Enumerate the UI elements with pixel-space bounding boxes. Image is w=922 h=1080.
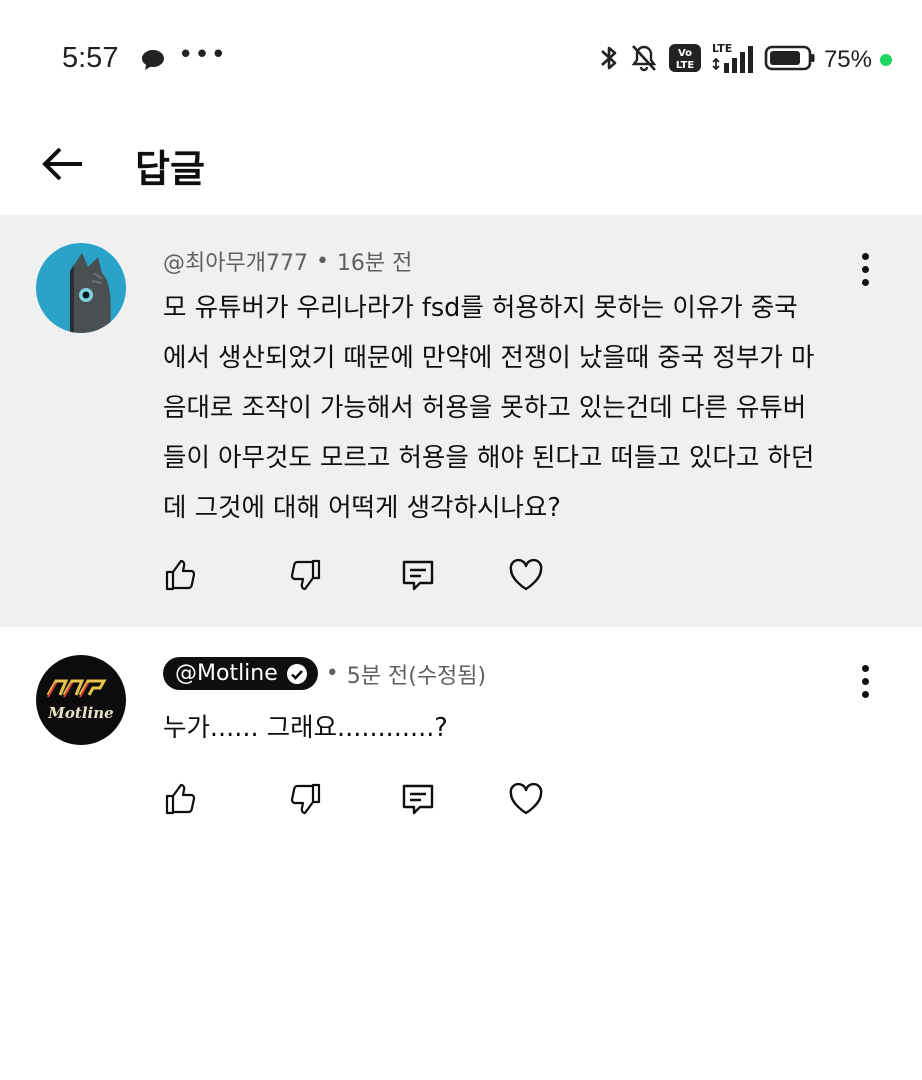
heart-button[interactable] xyxy=(506,555,546,595)
comment-meta: @최아무개777 • 16분 전 xyxy=(163,245,412,277)
heart-button[interactable] xyxy=(506,779,546,819)
heart-icon xyxy=(509,782,543,815)
comment-item: Motline @Motline • 5분 전(수정됨) 누가...... 그래… xyxy=(0,627,922,847)
back-arrow-icon xyxy=(42,147,82,181)
more-options-button[interactable] xyxy=(850,249,880,289)
more-notifications-icon: ••• xyxy=(178,40,228,70)
back-button[interactable] xyxy=(38,140,86,188)
comment-author: @Motline xyxy=(175,661,278,686)
like-button[interactable] xyxy=(160,555,200,595)
dislike-button[interactable] xyxy=(286,779,326,819)
svg-text:LTE: LTE xyxy=(676,60,695,71)
svg-text:Vo: Vo xyxy=(678,48,692,59)
comment-meta: @Motline • 5분 전(수정됨) xyxy=(163,657,486,690)
battery-percent: 75% xyxy=(823,46,872,73)
avatar[interactable]: Motline xyxy=(36,655,126,745)
dislike-icon xyxy=(290,559,321,591)
reply-button[interactable] xyxy=(398,779,438,819)
verified-icon xyxy=(286,663,307,684)
more-vert-icon xyxy=(861,252,869,260)
heart-icon xyxy=(509,558,543,591)
like-icon xyxy=(165,559,196,591)
comment-item: @최아무개777 • 16분 전 모 유튜버가 우리나라가 fsd를 허용하지 … xyxy=(0,215,922,627)
avatar-logo-text: Motline xyxy=(47,704,113,722)
top-app-bar: 답글 xyxy=(0,120,922,212)
like-icon xyxy=(165,783,196,815)
like-button[interactable] xyxy=(160,779,200,819)
avatar[interactable] xyxy=(36,243,126,333)
status-icons: Vo LTE LTE 75% xyxy=(598,40,892,80)
mute-bell-icon xyxy=(628,42,660,78)
battery-icon xyxy=(764,44,816,76)
svg-text:LTE: LTE xyxy=(712,42,732,55)
meta-separator: • xyxy=(325,661,339,686)
bluetooth-icon xyxy=(598,42,620,78)
comment-text: 모 유튜버가 우리나라가 fsd를 허용하지 못하는 이유가 중국 에서 생산되… xyxy=(163,293,815,523)
creator-chip[interactable]: @Motline xyxy=(163,657,318,690)
status-bar: 5:57 ••• Vo LTE LTE 75% xyxy=(0,0,922,120)
signal-lte-icon: LTE xyxy=(710,41,756,79)
volte-icon: Vo LTE xyxy=(668,42,702,78)
chat-bubble-icon xyxy=(140,48,166,76)
more-options-button[interactable] xyxy=(850,661,880,701)
comment-text: 누가...... 그래요............? xyxy=(163,713,448,743)
comment-actions xyxy=(160,779,546,819)
comment-actions xyxy=(160,555,546,595)
privacy-indicator-dot xyxy=(880,54,892,66)
reply-icon xyxy=(402,784,434,815)
dislike-button[interactable] xyxy=(286,555,326,595)
meta-separator: • xyxy=(315,248,329,274)
comment-time: 5분 전(수정됨) xyxy=(346,663,487,689)
status-time: 5:57 xyxy=(62,42,119,74)
reply-icon xyxy=(402,560,434,591)
comment-author[interactable]: @최아무개777 xyxy=(163,245,308,277)
dislike-icon xyxy=(290,783,321,815)
reply-button[interactable] xyxy=(398,555,438,595)
page-title: 답글 xyxy=(135,147,205,191)
more-vert-icon xyxy=(861,664,869,672)
comment-time: 16분 전 xyxy=(336,251,413,276)
